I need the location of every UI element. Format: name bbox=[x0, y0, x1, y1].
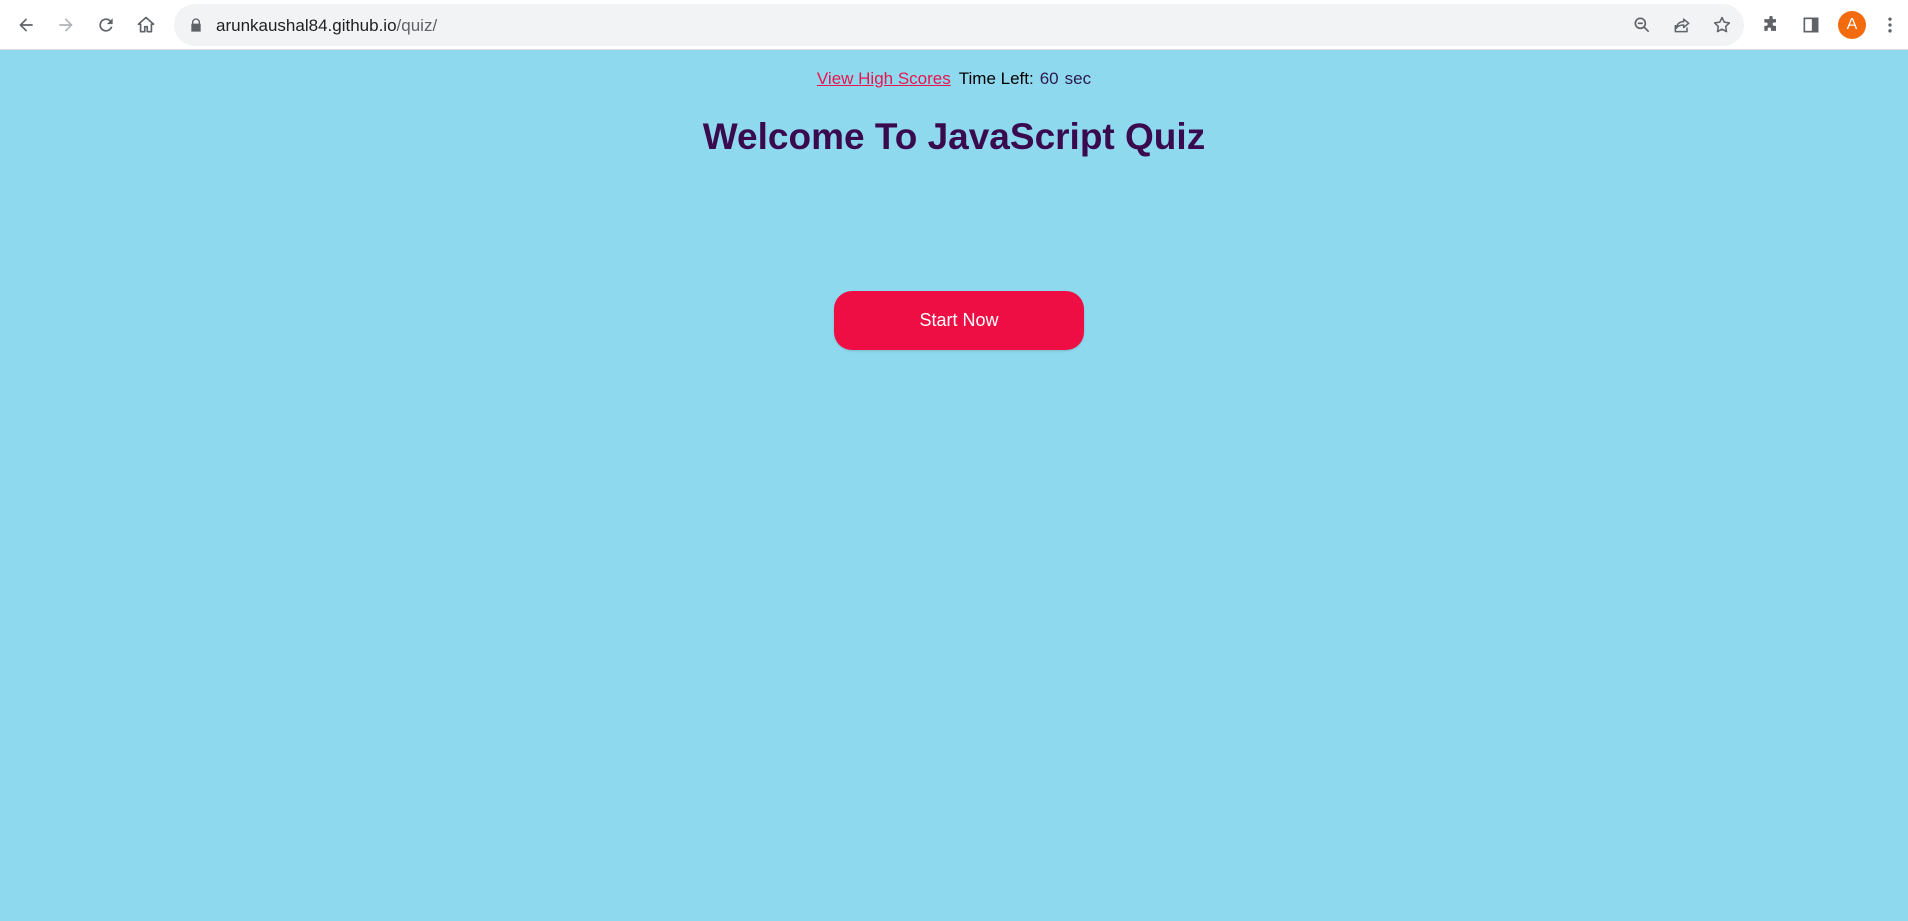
home-button[interactable] bbox=[130, 9, 162, 41]
quiz-header: View High Scores Time Left: 60 sec bbox=[0, 69, 1908, 89]
back-button[interactable] bbox=[10, 9, 42, 41]
browser-toolbar: arunkaushal84.github.io/quiz/ A bbox=[0, 0, 1908, 50]
extensions-icon bbox=[1764, 15, 1776, 31]
time-left-label: Time Left: bbox=[958, 69, 1034, 88]
reload-icon bbox=[99, 18, 113, 32]
start-now-button[interactable]: Start Now bbox=[834, 291, 1084, 350]
zoom-icon bbox=[1634, 17, 1650, 33]
reload-button[interactable] bbox=[90, 9, 122, 41]
menu-icon bbox=[1888, 17, 1892, 33]
extensions-button[interactable] bbox=[1755, 9, 1787, 41]
address-bar[interactable]: arunkaushal84.github.io/quiz/ bbox=[174, 4, 1744, 46]
url-host: arunkaushal84.github.io bbox=[216, 16, 397, 35]
time-left-value: 60 bbox=[1039, 69, 1059, 88]
home-icon bbox=[137, 16, 155, 33]
side-panel-icon bbox=[1803, 17, 1819, 33]
view-high-scores-link[interactable]: View High Scores bbox=[817, 69, 951, 88]
star-icon bbox=[1713, 16, 1731, 33]
browser-menu-button[interactable] bbox=[1875, 9, 1905, 41]
back-icon bbox=[19, 18, 33, 32]
forward-button[interactable] bbox=[50, 9, 82, 41]
url-path: /quiz/ bbox=[396, 16, 438, 35]
side-panel-button[interactable] bbox=[1795, 9, 1827, 41]
quiz-page: View High Scores Time Left: 60 sec Welcome … bbox=[0, 50, 1908, 921]
time-unit: sec bbox=[1064, 69, 1092, 88]
bookmark-star-button[interactable] bbox=[1710, 13, 1734, 37]
share-button[interactable] bbox=[1670, 13, 1694, 37]
forward-icon bbox=[59, 18, 73, 32]
share-icon bbox=[1674, 18, 1690, 33]
page-title: Welcome To JavaScript Quiz bbox=[702, 116, 1206, 157]
url-text: arunkaushal84.github.io/quiz/ bbox=[216, 16, 437, 36]
lock-icon bbox=[191, 18, 201, 32]
zoom-button[interactable] bbox=[1630, 13, 1654, 37]
avatar[interactable]: A bbox=[1838, 11, 1866, 39]
